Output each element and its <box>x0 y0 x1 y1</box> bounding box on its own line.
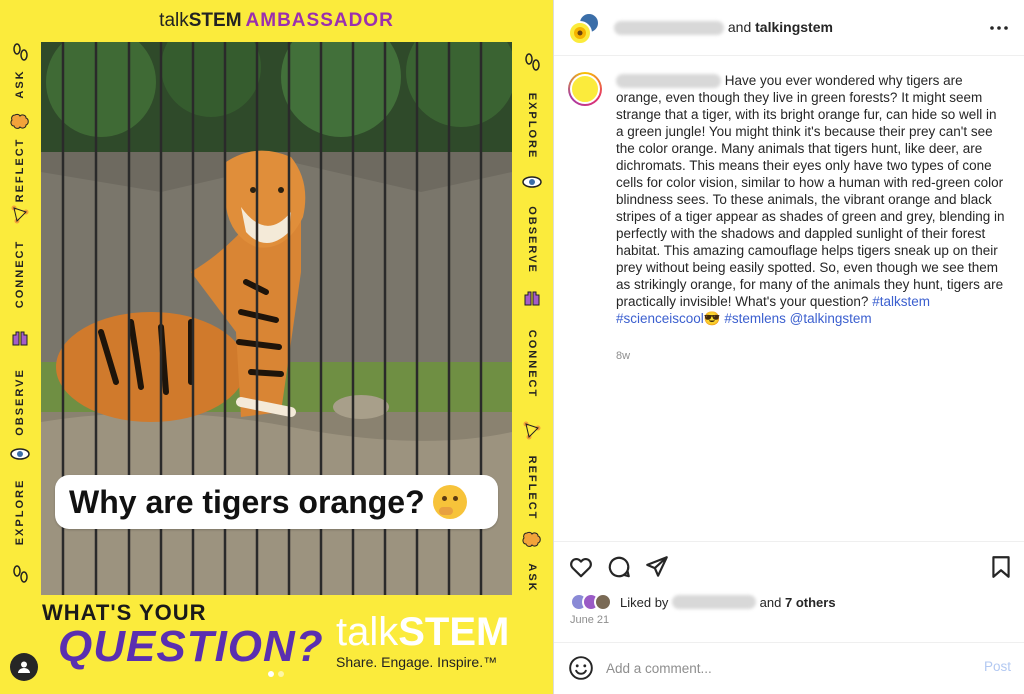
caption-text: Have you ever wondered why tigers are or… <box>616 73 1005 309</box>
likes-others[interactable]: 7 others <box>785 595 836 610</box>
hashtag-scienceiscool[interactable]: #scienceiscool😎 <box>616 311 721 326</box>
rail-right-ask: ASK <box>526 563 538 593</box>
post-author-names: and talkingstem <box>614 19 833 36</box>
brand-logo-text: talkSTEM <box>336 612 509 652</box>
footprints-icon <box>13 43 28 61</box>
question-text: Why are tigers orange? <box>69 483 425 520</box>
post-date[interactable]: June 21 <box>570 614 609 626</box>
likes-connector: and <box>759 594 782 610</box>
collaborator-username[interactable]: talkingstem <box>755 19 833 35</box>
collab-avatars[interactable] <box>568 12 602 46</box>
comment-icon[interactable] <box>606 554 632 580</box>
header-ambassador: AMBASSADOR <box>245 10 394 31</box>
emoji-icon[interactable] <box>568 655 594 681</box>
connect-icon <box>523 421 541 440</box>
user-tag-icon <box>18 661 30 673</box>
liked-by-label: Liked by <box>620 594 669 610</box>
eye-icon <box>522 176 542 188</box>
brand-stem: STEM <box>398 610 510 654</box>
user-tag-button[interactable] <box>10 653 38 681</box>
blurred-username[interactable] <box>672 595 757 609</box>
hashtag-talkstem[interactable]: #talkstem <box>872 294 930 309</box>
eye-icon <box>10 448 30 460</box>
rail-right-reflect: REFLECT <box>526 455 538 521</box>
post-side-panel: and talkingstem Have you ever wondered w… <box>553 0 1024 694</box>
bookmark-icon[interactable] <box>988 554 1014 580</box>
thinking-face-icon <box>432 485 467 519</box>
more-options-button[interactable] <box>989 18 1009 38</box>
hashtag-stemlens[interactable]: #stemlens <box>724 311 786 326</box>
brand-tagline: Share. Engage. Inspire.™ <box>336 654 498 670</box>
rail-right-explore: EXPLORE <box>526 92 538 160</box>
likes-summary[interactable]: Liked by and 7 others <box>570 592 836 612</box>
carousel-dot-active <box>268 671 274 677</box>
sunflower-icon <box>574 27 586 39</box>
avatar <box>570 74 600 104</box>
rail-left-explore: EXPLORE <box>14 478 26 546</box>
heart-icon[interactable] <box>568 554 594 580</box>
carousel-dot <box>278 671 284 677</box>
mention-talkingstem[interactable]: @talkingstem <box>790 311 872 326</box>
comment-bar: Post <box>554 642 1024 694</box>
action-bar <box>554 541 1024 591</box>
image-header-brand: talkSTEM AMBASSADOR <box>0 10 553 32</box>
post-header: and talkingstem <box>554 0 1024 56</box>
blurred-username[interactable] <box>616 74 721 89</box>
right-rail: EXPLORE OBSERVE CONNECT REFLECT ASK <box>517 42 547 597</box>
hands-icon <box>12 331 28 346</box>
comment-input[interactable] <box>606 657 946 679</box>
blurred-username[interactable] <box>614 21 724 36</box>
caption-timestamp[interactable]: 8w <box>616 350 630 362</box>
question-label: QUESTION? <box>58 622 324 671</box>
caption-avatar[interactable] <box>568 72 602 106</box>
post-image[interactable]: talkSTEM AMBASSADOR ASK REFLECT CONNECT O… <box>0 0 553 694</box>
brand-footer: talkSTEM Share. Engage. Inspire.™ <box>336 612 509 670</box>
rail-left-connect: CONNECT <box>14 239 26 309</box>
brain-icon <box>522 531 541 547</box>
avatar <box>594 593 612 611</box>
left-rail: ASK REFLECT CONNECT OBSERVE EXPLORE <box>5 42 35 597</box>
caption-body: Have you ever wondered why tigers are or… <box>616 72 1006 327</box>
question-bubble: Why are tigers orange? <box>55 475 498 529</box>
hands-icon <box>524 291 540 306</box>
share-icon[interactable] <box>644 554 670 580</box>
liker-avatars <box>570 592 614 612</box>
header-talk: talk <box>159 10 189 31</box>
header-stem: STEM <box>188 10 242 31</box>
brain-icon <box>10 113 29 129</box>
footprints-icon <box>525 53 540 71</box>
rail-right-observe: OBSERVE <box>526 206 538 274</box>
rail-left-reflect: REFLECT <box>14 137 26 203</box>
carousel-dots <box>268 671 284 677</box>
post-comment-button[interactable]: Post <box>984 659 1011 674</box>
connect-icon <box>11 205 29 224</box>
footprints-icon <box>13 565 28 583</box>
brand-talk: talk <box>336 610 399 654</box>
rail-left-ask: ASK <box>14 69 26 99</box>
rail-left-observe: OBSERVE <box>14 368 26 436</box>
rail-right-connect: CONNECT <box>526 329 538 399</box>
header-connector: and <box>727 19 752 35</box>
more-icon <box>990 26 1008 30</box>
avatar[interactable] <box>568 21 592 45</box>
